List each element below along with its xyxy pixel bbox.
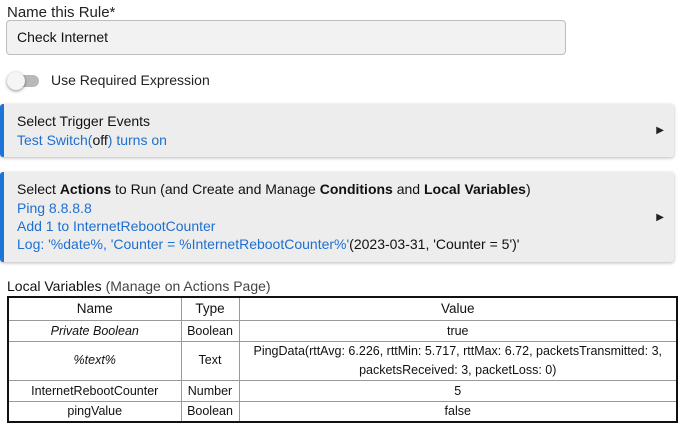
variable-name: Private Boolean (7, 319, 182, 342)
variable-value: false (238, 400, 678, 423)
actions-panel-title: Select Actions to Run (and Create and Ma… (17, 181, 531, 197)
column-header-value: Value (238, 296, 678, 321)
actions-panel[interactable]: Select Actions to Run (and Create and Ma… (0, 172, 674, 262)
table-row: pingValue Boolean false (7, 400, 678, 423)
log-message: Log: '%date%, 'Counter = %InternetReboot… (17, 236, 350, 252)
required-expression-toggle[interactable] (7, 72, 39, 90)
local-variables-table: Name Type Value Private Boolean Boolean … (7, 296, 678, 423)
variable-name: pingValue (7, 400, 182, 423)
action-item: Ping 8.8.8.8 (17, 200, 92, 216)
action-item: Add 1 to InternetRebootCounter (17, 218, 216, 234)
trigger-device-state: off (92, 132, 108, 148)
variable-value: 5 (238, 379, 678, 402)
variable-type: Number (180, 379, 240, 402)
variable-value: PingData(rttAvg: 6.226, rttMin: 5.717, r… (238, 340, 678, 381)
local-variables-heading: Local Variables (Manage on Actions Page) (7, 278, 271, 294)
expand-arrow-icon: ▶ (656, 125, 664, 136)
variable-name: InternetRebootCounter (7, 379, 182, 402)
variable-type: Boolean (180, 400, 240, 423)
table-header-row: Name Type Value (7, 296, 678, 321)
expand-arrow-icon: ▶ (656, 212, 664, 223)
table-row: Private Boolean Boolean true (7, 319, 678, 342)
action-item-log: Log: '%date%, 'Counter = %InternetReboot… (17, 236, 519, 252)
variable-type: Boolean (180, 319, 240, 342)
trigger-panel-title: Select Trigger Events (17, 113, 151, 129)
log-evaluated-value: (2023-03-31, 'Counter = 5')' (349, 236, 520, 252)
variable-name: %text% (7, 340, 182, 381)
variable-type: Text (180, 340, 240, 381)
trigger-device: Test Switch( (17, 132, 93, 148)
rule-name-label: Name this Rule* (7, 4, 116, 21)
table-row: InternetRebootCounter Number 5 (7, 379, 678, 402)
rule-name-input[interactable]: Check Internet (6, 20, 566, 55)
trigger-description: Test Switch(off) turns on (17, 132, 167, 148)
trigger-events-panel[interactable]: Select Trigger Events Test Switch(off) t… (0, 104, 674, 157)
toggle-knob (7, 72, 25, 90)
required-expression-label: Use Required Expression (51, 72, 210, 88)
column-header-type: Type (180, 296, 240, 321)
trigger-condition: ) turns on (107, 132, 167, 148)
column-header-name: Name (7, 296, 182, 321)
table-row: %text% Text PingData(rttAvg: 6.226, rttM… (7, 340, 678, 381)
variable-value: true (238, 319, 678, 342)
